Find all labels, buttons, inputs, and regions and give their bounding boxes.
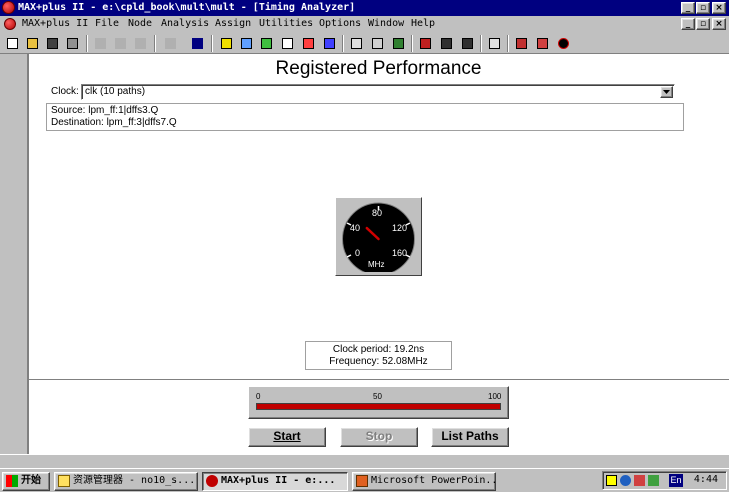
- gauge-label-80: 80: [372, 208, 382, 218]
- left-panel: [0, 54, 28, 454]
- menu-analysis[interactable]: Analysis: [161, 18, 209, 29]
- floorplan-editor-icon[interactable]: [258, 35, 275, 52]
- stop-button[interactable]: Stop: [340, 427, 418, 447]
- menu-help[interactable]: Help: [411, 18, 435, 29]
- progress-label-50: 50: [373, 392, 382, 401]
- gauge-dial: 0 40 80 120 160 MHz: [342, 202, 415, 272]
- gauge-label-40: 40: [350, 223, 360, 233]
- menu-assign[interactable]: Assign: [215, 18, 251, 29]
- help-icon[interactable]: [189, 35, 206, 52]
- taskbar-item-maxplus[interactable]: MAX+plus II - e:...: [202, 472, 348, 491]
- doc-close-button[interactable]: ×: [712, 18, 726, 30]
- menu-maxplus[interactable]: MAX+plus II: [22, 18, 88, 29]
- speaker-icon[interactable]: [606, 475, 617, 486]
- timing-analyzer-icon[interactable]: [321, 35, 338, 52]
- status-bar: [0, 454, 729, 468]
- menu-window[interactable]: Window: [368, 18, 404, 29]
- start-button[interactable]: Start: [248, 427, 326, 447]
- doc-minimize-button[interactable]: _: [681, 18, 695, 30]
- new-icon[interactable]: [4, 35, 21, 52]
- chip-icon[interactable]: [534, 35, 551, 52]
- tray-clock[interactable]: 4:44: [694, 474, 718, 485]
- gauge-label-120: 120: [392, 223, 407, 233]
- start-menu-button[interactable]: 开始: [2, 472, 50, 491]
- destination-text: Destination: lpm_ff:3|dffs7.Q: [51, 117, 177, 128]
- save-simulate-icon[interactable]: [438, 35, 455, 52]
- programmer-icon[interactable]: [348, 35, 365, 52]
- menu-bar: MAX+plus II File Node Analysis Assign Ut…: [0, 16, 729, 32]
- chevron-down-icon[interactable]: [660, 86, 673, 98]
- divider: [28, 379, 729, 380]
- tray-app-icon[interactable]: [648, 475, 659, 486]
- source-text: Source: lpm_ff:1|dffs3.Q: [51, 105, 159, 116]
- save-compile-icon[interactable]: [417, 35, 434, 52]
- cut-icon[interactable]: [92, 35, 109, 52]
- frequency-text: Frequency: 52.08MHz: [329, 356, 428, 367]
- powerpoint-icon: [356, 475, 368, 487]
- undo-icon[interactable]: [162, 35, 179, 52]
- timing-icon[interactable]: [486, 35, 503, 52]
- taskbar-item-powerpoint[interactable]: Microsoft PowerPoin...: [352, 472, 496, 491]
- compiler-icon[interactable]: [279, 35, 296, 52]
- copy-icon[interactable]: [112, 35, 129, 52]
- open-icon[interactable]: [24, 35, 41, 52]
- menu-node[interactable]: Node: [128, 18, 152, 29]
- clock-label: Clock:: [51, 86, 79, 97]
- print-icon[interactable]: [64, 35, 81, 52]
- progress-panel: 0 50 100: [248, 386, 509, 419]
- save-check-icon[interactable]: [390, 35, 407, 52]
- minimize-button[interactable]: _: [681, 2, 695, 14]
- progress-label-0: 0: [256, 392, 261, 401]
- progress-fill: [257, 404, 500, 409]
- paste-icon[interactable]: [132, 35, 149, 52]
- clock-select[interactable]: clk (10 paths): [81, 84, 675, 100]
- doc-restore-button[interactable]: ▫: [696, 18, 710, 30]
- input-method-icon[interactable]: [634, 475, 645, 486]
- open-editor-icon[interactable]: [369, 35, 386, 52]
- menu-options[interactable]: Options: [319, 18, 361, 29]
- gauge-label-160: 160: [392, 248, 407, 258]
- title-bar: MAX+plus II - e:\cpld_book\mult\mult - […: [0, 0, 729, 16]
- path-info-box: Source: lpm_ff:1|dffs3.Q Destination: lp…: [46, 103, 684, 131]
- gauge-label-0: 0: [355, 248, 360, 258]
- maxplus-app-icon[interactable]: [2, 1, 15, 14]
- system-tray: En 4:44: [602, 471, 727, 490]
- simulator-icon[interactable]: [300, 35, 317, 52]
- network-icon[interactable]: [620, 475, 631, 486]
- windows-logo-icon: [6, 475, 18, 487]
- gauge-unit: MHz: [368, 260, 384, 269]
- frequency-gauge: 0 40 80 120 160 MHz: [335, 197, 422, 276]
- table-icon[interactable]: [513, 35, 530, 52]
- maxplus-icon: [206, 475, 218, 487]
- document-icon[interactable]: [4, 18, 16, 30]
- list-paths-button[interactable]: List Paths: [431, 427, 509, 447]
- clock-select-value: clk (10 paths): [85, 86, 146, 97]
- hierarchy-up-icon[interactable]: [218, 35, 235, 52]
- language-indicator[interactable]: En: [669, 474, 683, 487]
- gauge-icon[interactable]: [555, 35, 572, 52]
- save-icon[interactable]: [44, 35, 61, 52]
- close-button[interactable]: ×: [712, 2, 726, 14]
- hierarchy-display-icon[interactable]: [238, 35, 255, 52]
- menu-utilities[interactable]: Utilities: [259, 18, 313, 29]
- progress-track: [256, 403, 501, 410]
- taskbar-item-explorer[interactable]: 资源管理器 - no10_s...: [54, 472, 198, 491]
- maximize-button[interactable]: ▫: [696, 2, 710, 14]
- project-save-icon[interactable]: [459, 35, 476, 52]
- menu-file[interactable]: File: [95, 18, 119, 29]
- toolbar: [0, 32, 729, 54]
- timing-result-box: Clock period: 19.2ns Frequency: 52.08MHz: [305, 341, 452, 370]
- explorer-icon: [58, 475, 70, 487]
- clock-period-text: Clock period: 19.2ns: [332, 344, 425, 355]
- window-title: MAX+plus II - e:\cpld_book\mult\mult - […: [18, 2, 356, 13]
- page-title: Registered Performance: [275, 58, 482, 79]
- progress-label-100: 100: [488, 392, 502, 401]
